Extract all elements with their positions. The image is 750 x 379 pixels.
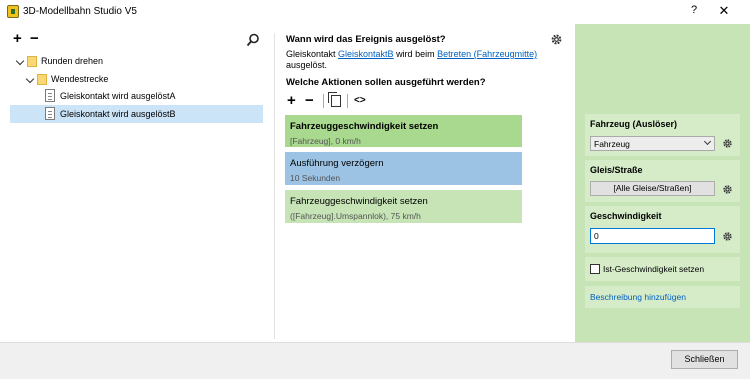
tree-remove-button[interactable]: − xyxy=(30,31,39,47)
tree-item-runden-drehen[interactable]: Runden drehen xyxy=(14,52,264,70)
tree-item-wendestrecke[interactable]: Wendestrecke xyxy=(24,70,264,88)
event-question-heading: Wann wird das Ereignis ausgelöst? xyxy=(286,34,446,45)
action-card[interactable]: Ausführung verzögern 10 Sekunden xyxy=(285,152,522,185)
action-card[interactable]: Fahrzeuggeschwindigkeit setzen [Fahrzeug… xyxy=(285,115,522,147)
chevron-down-icon[interactable] xyxy=(15,56,25,66)
tree-item-gleiskontakt-b[interactable]: Gleiskontakt wird ausgelöstB xyxy=(44,105,262,123)
speed-label: Geschwindigkeit xyxy=(590,211,662,221)
tree-item-gleiskontakt-a[interactable]: Gleiskontakt wird ausgelöstA xyxy=(44,87,264,105)
event-text-suffix: ausgelöst. xyxy=(286,60,328,70)
close-button[interactable]: Schließen xyxy=(671,350,738,369)
tree-add-button[interactable]: + xyxy=(13,31,22,47)
vehicle-label: Fahrzeug (Auslöser) xyxy=(590,119,678,129)
trigger-link[interactable]: Betreten (Fahrzeugmitte) xyxy=(437,49,537,59)
speed-input-value: 0 xyxy=(594,231,599,241)
panel-divider xyxy=(274,33,275,339)
vehicle-section: Fahrzeug (Auslöser) Fahrzeug xyxy=(585,114,740,156)
document-icon xyxy=(45,89,55,102)
add-action-button[interactable]: + xyxy=(287,93,296,108)
tree-item-label: Runden drehen xyxy=(41,56,104,66)
description-section: Beschreibung hinzufügen xyxy=(585,286,740,308)
copy-icon[interactable] xyxy=(328,92,341,107)
chevron-down-icon[interactable] xyxy=(25,74,35,84)
folder-icon xyxy=(27,56,37,67)
action-subtitle: ([Fahrzeug].Umspannlok), 75 km/h xyxy=(290,211,421,221)
vehicle-select[interactable]: Fahrzeug xyxy=(590,136,715,151)
track-select-button[interactable]: [Alle Gleise/Straßen] xyxy=(590,181,715,196)
action-title: Ausführung verzögern xyxy=(290,158,384,169)
action-subtitle: 10 Sekunden xyxy=(290,173,341,183)
gear-icon[interactable] xyxy=(722,138,733,149)
toolbar-separator xyxy=(323,94,324,108)
actions-question-heading: Welche Aktionen sollen ausgeführt werden… xyxy=(286,77,486,88)
speed-input[interactable]: 0 xyxy=(590,228,715,244)
actual-speed-label: Ist-Geschwindigkeit setzen xyxy=(603,264,705,274)
tree-item-label: Wendestrecke xyxy=(51,74,109,84)
close-window-button[interactable]: ✕ xyxy=(716,3,732,19)
chevron-down-icon xyxy=(703,137,712,146)
actual-speed-checkbox[interactable] xyxy=(590,264,600,274)
action-subtitle: [Fahrzeug], 0 km/h xyxy=(290,136,361,146)
event-text-prefix: Gleiskontakt xyxy=(286,49,339,59)
document-icon xyxy=(45,107,55,120)
search-icon[interactable] xyxy=(246,33,260,47)
folder-icon xyxy=(37,74,47,85)
gear-icon[interactable] xyxy=(722,231,733,242)
gear-icon[interactable] xyxy=(722,184,733,195)
event-text-middle: wird beim xyxy=(393,49,438,59)
footer-bar xyxy=(0,342,750,379)
tree-item-label: Gleiskontakt wird ausgelöstA xyxy=(60,91,176,101)
vehicle-select-value: Fahrzeug xyxy=(594,139,630,149)
app-icon xyxy=(7,5,19,18)
toolbar-separator xyxy=(347,94,348,108)
event-description: Gleiskontakt GleiskontaktB wird beim Bet… xyxy=(286,49,556,71)
action-title: Fahrzeuggeschwindigkeit setzen xyxy=(290,196,428,207)
contact-link[interactable]: GleiskontaktB xyxy=(338,49,394,59)
speed-section: Geschwindigkeit 0 xyxy=(585,206,740,253)
tree-item-label: Gleiskontakt wird ausgelöstB xyxy=(60,109,176,119)
action-title: Fahrzeuggeschwindigkeit setzen xyxy=(290,121,439,132)
help-button[interactable]: ? xyxy=(686,4,702,20)
window-title: 3D-Modellbahn Studio V5 xyxy=(23,6,137,17)
code-button[interactable]: <> xyxy=(354,95,366,106)
track-section: Gleis/Straße [Alle Gleise/Straßen] xyxy=(585,160,740,202)
track-label: Gleis/Straße xyxy=(590,165,643,175)
gear-icon[interactable] xyxy=(550,33,563,46)
actual-speed-section: Ist-Geschwindigkeit setzen xyxy=(585,257,740,281)
add-description-link[interactable]: Beschreibung hinzufügen xyxy=(590,292,686,302)
remove-action-button[interactable]: − xyxy=(305,93,314,108)
action-card[interactable]: Fahrzeuggeschwindigkeit setzen ([Fahrzeu… xyxy=(285,190,522,223)
